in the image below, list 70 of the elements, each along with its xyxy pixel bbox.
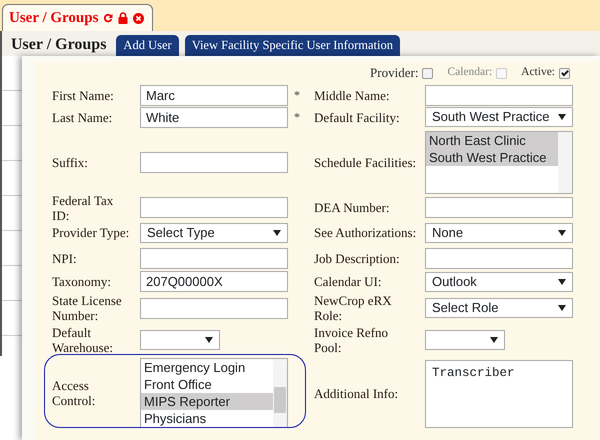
page-heading: User / Groups (11, 35, 106, 55)
scrollbar[interactable] (558, 132, 572, 192)
checkbox-label: Calendar: (447, 65, 492, 80)
checkbox[interactable] (559, 68, 570, 78)
caret-icon (558, 278, 566, 284)
dropdown[interactable]: Select Role (425, 298, 573, 318)
checkbox-label: Active: (521, 65, 555, 80)
checkbox-label: Provider: (370, 64, 418, 82)
caret-icon (558, 114, 566, 120)
dropdown[interactable]: Select Type (140, 222, 288, 242)
field-label: Invoice Refno Pool: (314, 325, 390, 355)
tab[interactable]: User / Groups (2, 4, 154, 31)
text-field[interactable]: Marc (140, 84, 288, 106)
field-label: State License Number: (52, 293, 123, 323)
required-mark: * (293, 109, 301, 126)
text-field[interactable] (140, 197, 288, 218)
field-label: Default Warehouse: (52, 325, 114, 355)
field-label: Access Control: (52, 378, 96, 408)
list-option[interactable]: North East Clinic (426, 132, 558, 148)
field-label: Job Description: (314, 250, 401, 266)
caret-icon (558, 230, 566, 236)
text-field[interactable] (140, 152, 288, 172)
list-box[interactable]: North East Clinic South West Practice (425, 130, 573, 194)
list-option[interactable]: MIPS Reporter (141, 393, 273, 410)
nav-button[interactable]: Add User (116, 35, 179, 56)
nav-button[interactable]: View Facility Specific User Information (184, 35, 400, 56)
scrollbar[interactable] (273, 359, 287, 427)
text-field[interactable] (425, 197, 573, 218)
lock-icon[interactable] (118, 12, 128, 24)
field-label: First Name: (52, 88, 115, 102)
list-box[interactable]: Emergency Login Front Office MIPS Reporter Physicians (140, 358, 288, 428)
caret-icon (273, 230, 281, 236)
field-label: Additional Info: (314, 386, 400, 400)
dropdown[interactable] (140, 330, 220, 350)
list-option[interactable]: South West Practice (426, 148, 558, 166)
list-option[interactable]: Physicians (141, 410, 273, 427)
field-label: Provider Type: (52, 225, 130, 240)
field-label: Last Name: (52, 110, 114, 124)
list-option[interactable]: Front Office (141, 376, 273, 393)
field-label: NewCrop eRX Role: (314, 293, 393, 323)
field-label: See Authorizations: (314, 225, 418, 240)
text-field[interactable] (425, 84, 573, 106)
dropdown[interactable]: None (425, 222, 573, 242)
required-mark: * (293, 87, 301, 104)
list-option[interactable]: Emergency Login (141, 359, 273, 376)
dropdown[interactable] (425, 330, 505, 350)
field-label: DEA Number: (314, 200, 390, 215)
tab-title: User / Groups (9, 8, 98, 28)
field-label: Suffix: (52, 154, 89, 170)
field-label: Taxonomy: (52, 274, 112, 289)
dropdown[interactable]: South West Practice (425, 107, 573, 127)
text-area[interactable]: Transcriber (425, 360, 573, 428)
checkbox[interactable] (422, 68, 434, 78)
text-field[interactable]: White (140, 106, 288, 128)
text-field[interactable] (425, 248, 573, 268)
close-icon[interactable] (133, 12, 144, 24)
field-label: Schedule Facilities: (314, 154, 418, 170)
field-label: Federal Tax ID: (52, 192, 114, 222)
field-label: Default Facility: (314, 110, 401, 124)
text-field[interactable] (140, 298, 288, 318)
field-label: NPI: (52, 250, 78, 266)
caret-icon (490, 337, 498, 343)
dropdown[interactable]: Outlook (425, 272, 573, 292)
text-field[interactable]: 207Q00000X (140, 271, 288, 292)
field-label: Calendar UI: (314, 274, 383, 289)
caret-icon (205, 337, 213, 343)
field-label: Middle Name: (314, 88, 390, 102)
caret-icon (558, 305, 566, 311)
refresh-icon[interactable] (103, 13, 114, 23)
text-field[interactable] (140, 248, 288, 268)
